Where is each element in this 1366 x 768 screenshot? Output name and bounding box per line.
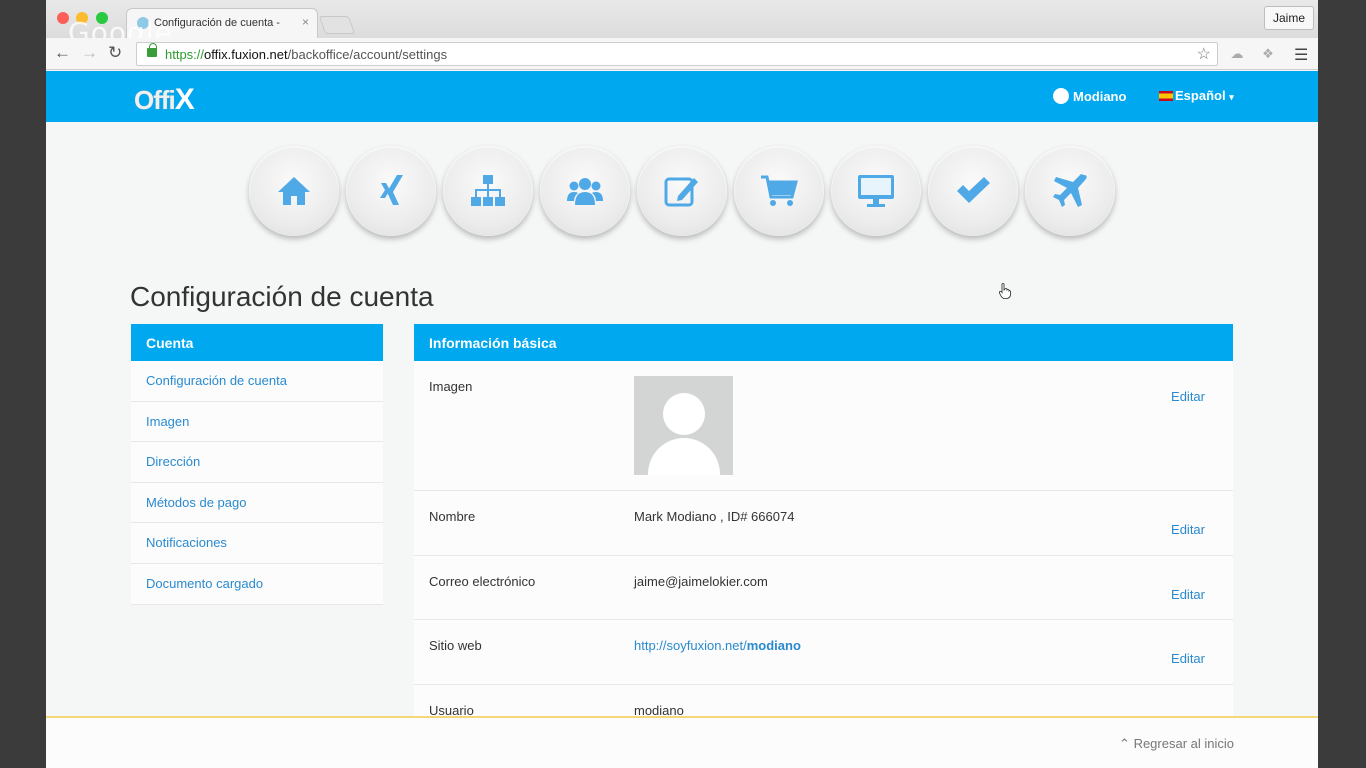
nav-cart-button[interactable] [734, 146, 824, 236]
user-name: Modiano [1073, 89, 1127, 104]
basic-info-panel: Información básica Imagen Editar Nombre … [414, 324, 1233, 749]
edit-nombre-link[interactable]: Editar [1171, 522, 1205, 537]
user-menu[interactable]: Modiano [1053, 88, 1126, 104]
profile-placeholder-image [634, 376, 733, 475]
dropbox-extension-icon[interactable]: ❖ [1259, 46, 1277, 62]
chevron-up-icon: ⌃ [1119, 736, 1130, 751]
nav-home-button[interactable] [249, 146, 339, 236]
browser-window: Configuración de cuenta - × Google Jaime… [46, 0, 1318, 768]
plane-icon [1053, 174, 1087, 207]
row-label: Correo electrónico [429, 573, 536, 589]
account-sidebar: Cuenta Configuración de cuenta Imagen Di… [131, 324, 383, 605]
row-label: Imagen [429, 379, 473, 394]
nav-xing-button[interactable] [346, 146, 436, 236]
info-row-correo: Correo electrónico jaime@jaimelokier.com… [414, 555, 1233, 620]
sitemap-icon [471, 175, 505, 206]
page-title: Configuración de cuenta [130, 281, 434, 312]
url-path: /backoffice/account/settings [287, 47, 448, 62]
sidebar-item-direccion[interactable]: Dirección [131, 442, 383, 483]
info-header: Información básica [414, 324, 1233, 361]
tab-strip: Configuración de cuenta - × Google Jaime [46, 0, 1318, 49]
browser-menu-icon[interactable]: ☰ [1294, 45, 1308, 65]
row-label: Sitio web [429, 638, 482, 653]
caret-down-icon: ▾ [1229, 92, 1234, 102]
forward-arrow-icon[interactable]: → [81, 43, 98, 63]
bookmark-star-icon[interactable]: ☆ [1197, 44, 1211, 64]
url-host: offix.fuxion.net [204, 47, 288, 62]
user-avatar-icon [1053, 88, 1069, 104]
row-label: Nombre [429, 509, 476, 524]
nav-users-button[interactable] [540, 146, 630, 236]
page-footer: ⌃ Regresar al inicio [46, 716, 1318, 768]
hand-cursor-icon [999, 283, 1011, 299]
edit-sitio-web-link[interactable]: Editar [1171, 651, 1205, 666]
info-row-imagen: Imagen Editar [414, 361, 1233, 491]
nav-plane-button[interactable] [1025, 146, 1115, 236]
reload-icon[interactable]: ↻ [108, 43, 122, 63]
nav-sitemap-button[interactable] [443, 146, 533, 236]
row-value: jaime@jaimelokier.com [634, 573, 768, 589]
nav-edit-button[interactable] [637, 146, 727, 236]
language-label: Español [1175, 88, 1226, 103]
xing-icon [380, 175, 403, 205]
offix-logo[interactable]: OffiX [134, 83, 195, 117]
edit-correo-link[interactable]: Editar [1171, 587, 1205, 602]
url-text: https://offix.fuxion.net/backoffice/acco… [165, 47, 447, 62]
tab-close-icon[interactable]: × [302, 15, 309, 29]
language-dropdown[interactable]: Español ▾ [1159, 88, 1234, 103]
sidebar-item-notificaciones[interactable]: Notificaciones [131, 523, 383, 564]
nav-check-button[interactable] [928, 146, 1018, 236]
back-to-top-link[interactable]: ⌃ Regresar al inicio [1119, 736, 1234, 752]
info-row-sitio-web: Sitio web http://soyfuxion.net/modiano E… [414, 620, 1233, 685]
home-icon [278, 177, 310, 205]
sidebar-item-configuracion[interactable]: Configuración de cuenta [131, 361, 383, 402]
info-row-nombre: Nombre Mark Modiano , ID# 666074 Editar [414, 491, 1233, 556]
sidebar-item-metodos-pago[interactable]: Métodos de pago [131, 482, 383, 524]
browser-toolbar: ← → ↻ https://offix.fuxion.net/backoffic… [46, 38, 1318, 70]
desktop-icon [858, 175, 894, 207]
website-link[interactable]: http://soyfuxion.net/modiano [634, 638, 801, 653]
lock-icon [147, 43, 157, 57]
sidebar-item-documento[interactable]: Documento cargado [131, 563, 383, 605]
site-header: OffiX Modiano Español ▾ [46, 71, 1318, 122]
address-bar[interactable]: https://offix.fuxion.net/backoffice/acco… [136, 42, 1218, 66]
cloud-extension-icon[interactable]: ☁ [1228, 46, 1246, 62]
row-value: Mark Modiano , ID# 666074 [634, 509, 795, 524]
shopping-cart-icon [761, 175, 798, 206]
sidebar-item-imagen[interactable]: Imagen [131, 401, 383, 443]
users-icon [567, 178, 603, 205]
url-scheme: https:// [165, 47, 205, 62]
edit-icon [664, 177, 698, 207]
edit-imagen-link[interactable]: Editar [1171, 389, 1205, 404]
back-arrow-icon[interactable]: ← [54, 43, 71, 63]
new-tab-button[interactable] [318, 16, 356, 34]
tab-title: Configuración de cuenta - [154, 17, 280, 29]
sidebar-header: Cuenta [131, 324, 383, 361]
profile-button[interactable]: Jaime [1263, 6, 1314, 30]
check-icon [957, 177, 990, 203]
spain-flag-icon [1159, 91, 1173, 101]
nav-desktop-button[interactable] [831, 146, 921, 236]
